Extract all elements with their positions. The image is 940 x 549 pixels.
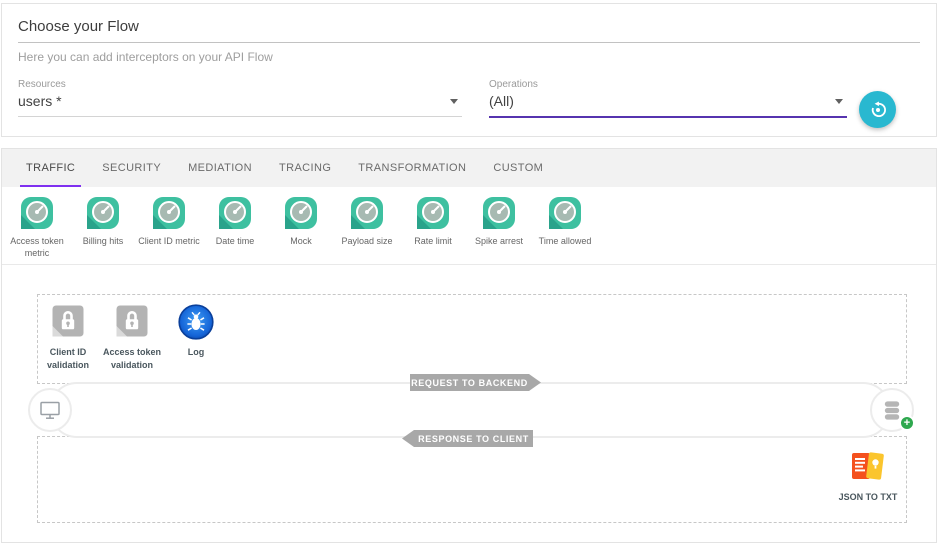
palette-item-label: Client ID metric [136,235,202,247]
gauge-icon [284,196,318,230]
resources-label: Resources [18,79,462,90]
tab-label: MEDIATION [188,162,252,174]
tab[interactable]: TRAFFIC [26,149,75,187]
palette-item[interactable]: Access token metric [4,196,70,259]
interceptor-label: Log [164,346,228,359]
flow-editor-card: TRAFFIC SECURITY MEDIATION TRACING TRANS… [1,148,937,543]
palette-item-label: Billing hits [70,235,136,247]
palette-item[interactable]: Mock [268,196,334,247]
bug-icon [178,304,214,340]
tab[interactable]: MEDIATION [188,149,252,187]
palette-item-label: Time allowed [532,235,598,247]
palette-item-label: Date time [202,235,268,247]
gauge-icon [416,196,450,230]
resources-value: users * [18,93,62,109]
tab-label: TRACING [279,162,331,174]
response-interceptor-list: JSON TO TXT [836,449,900,504]
page-subtitle: Here you can add interceptors on your AP… [18,43,920,64]
tab-label: SECURITY [102,162,161,174]
tab-label: TRANSFORMATION [358,162,466,174]
tab[interactable]: TRACING [279,149,331,187]
tab[interactable]: SECURITY [102,149,161,187]
gauge-icon [482,196,516,230]
gauge-icon [86,196,120,230]
tab[interactable]: CUSTOM [493,149,543,187]
tab-label: TRAFFIC [26,162,75,174]
restore-icon [868,100,888,120]
add-backend-badge: + [899,415,915,431]
tab[interactable]: TRANSFORMATION [358,149,466,187]
tab-label: CUSTOM [493,162,543,174]
response-ribbon-label: RESPONSE TO CLIENT [418,434,529,444]
request-ribbon-label: REQUEST TO BACKEND [411,378,528,388]
palette-item[interactable]: Billing hits [70,196,136,247]
resources-select[interactable]: Resources users * [18,79,462,117]
flow-selector-row: Resources users * Operations (All) [18,79,920,128]
gauge-icon [548,196,582,230]
operations-select[interactable]: Operations (All) [489,79,847,118]
palette-item[interactable]: Payload size [334,196,400,247]
monitor-icon [38,398,62,422]
gauge-icon [218,196,252,230]
palette-item-label: Access token metric [4,235,70,259]
palette-item[interactable]: Time allowed [532,196,598,247]
gauge-icon [350,196,384,230]
backend-endpoint-add[interactable]: + [870,388,914,432]
json-to-txt-icon [850,449,886,485]
request-to-backend-ribbon: REQUEST TO BACKEND [410,374,541,391]
chevron-down-icon [450,99,458,104]
gauge-icon [20,196,54,230]
request-interceptor-list: Client ID validation Access token valida… [36,304,228,372]
operations-value: (All) [489,93,514,109]
response-to-client-ribbon: RESPONSE TO CLIENT [402,430,533,447]
palette-item-label: Rate limit [400,235,466,247]
lock-icon [114,304,150,340]
palette-item[interactable]: Rate limit [400,196,466,247]
palette-item[interactable]: Spike arrest [466,196,532,247]
palette-item-label: Spike arrest [466,235,532,247]
palette-item[interactable]: Date time [202,196,268,247]
palette-item-label: Mock [268,235,334,247]
page-title: Choose your Flow [18,18,920,42]
interceptor-label: JSON TO TXT [836,491,900,504]
interceptor-label: Access token validation [100,346,164,372]
interceptor-category-tabs: TRAFFIC SECURITY MEDIATION TRACING TRANS… [2,149,936,187]
interceptor[interactable]: JSON TO TXT [836,449,900,504]
reset-flow-button[interactable] [859,91,896,128]
interceptor-label: Client ID validation [36,346,100,372]
operations-label: Operations [489,79,847,90]
chevron-down-icon [835,99,843,104]
interceptor[interactable]: Client ID validation [36,304,100,372]
lock-icon [50,304,86,340]
palette-item[interactable]: Client ID metric [136,196,202,247]
gauge-icon [152,196,186,230]
interceptor[interactable]: Log [164,304,228,372]
interceptor-palette: Access token metric Billing hits Client … [2,187,936,265]
interceptor[interactable]: Access token validation [100,304,164,372]
flow-header-card: Choose your Flow Here you can add interc… [1,3,937,137]
response-interceptors-dropzone[interactable] [37,436,907,523]
client-endpoint [28,388,72,432]
palette-item-label: Payload size [334,235,400,247]
